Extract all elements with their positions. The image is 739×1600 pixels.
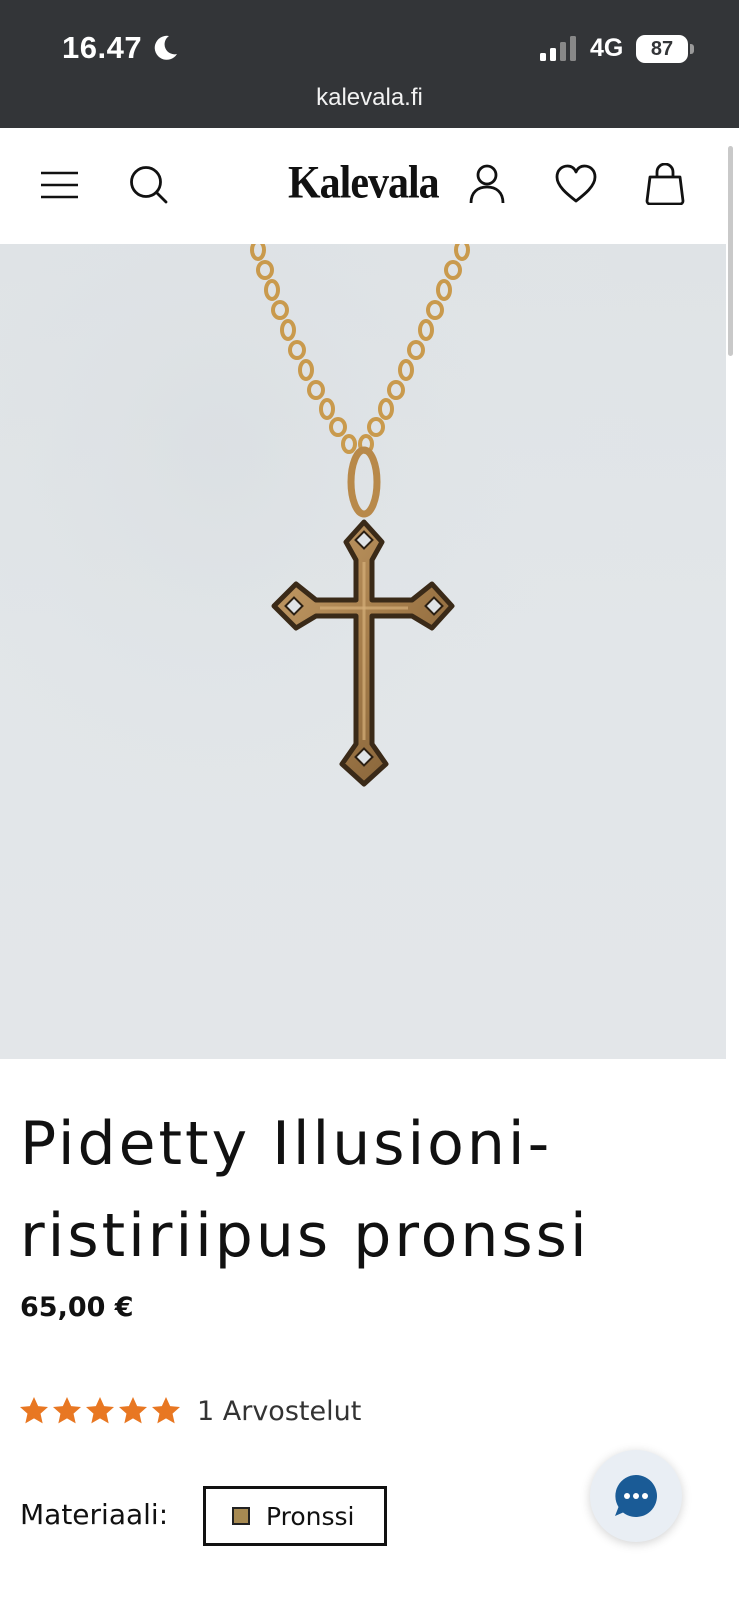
material-option-pronssi[interactable]: Pronssi xyxy=(203,1486,387,1546)
material-label: Materiaali: xyxy=(20,1498,169,1531)
moon-icon xyxy=(154,35,177,60)
menu-icon[interactable] xyxy=(40,164,82,206)
star-icon xyxy=(53,1397,81,1424)
page-scrollbar[interactable] xyxy=(728,146,733,356)
material-swatch xyxy=(232,1507,250,1525)
heart-icon[interactable] xyxy=(555,164,597,206)
bag-icon[interactable] xyxy=(644,163,686,205)
product-rating[interactable]: 1 Arvostelut xyxy=(18,1393,361,1429)
network-type: 4G xyxy=(590,34,624,62)
address-bar-url[interactable]: kalevala.fi xyxy=(0,84,739,112)
material-option-label: Pronssi xyxy=(266,1501,355,1531)
battery-level: 87 xyxy=(636,35,688,63)
account-icon[interactable] xyxy=(467,163,509,205)
review-count-link[interactable]: 1 Arvostelut xyxy=(197,1396,361,1427)
star-icon xyxy=(20,1397,48,1424)
site-header: Kalevala xyxy=(0,128,726,245)
product-price: 65,00 € xyxy=(20,1292,134,1323)
star-icon xyxy=(152,1397,180,1424)
search-icon[interactable] xyxy=(128,164,170,206)
star-icon xyxy=(119,1397,147,1424)
star-icon xyxy=(86,1397,114,1424)
status-bar: 16.47 4G 87 kalevala.fi xyxy=(0,0,739,128)
status-time: 16.47 xyxy=(62,30,143,65)
battery-tip xyxy=(690,44,694,54)
product-image[interactable] xyxy=(0,244,726,1059)
chat-button[interactable] xyxy=(590,1450,682,1542)
signal-icon xyxy=(540,36,576,61)
site-logo[interactable]: Kalevala xyxy=(288,156,440,210)
cross-pendant-image xyxy=(0,244,726,1059)
chat-bubble-icon xyxy=(615,1475,657,1517)
product-title: Pidetty Illusioni-ristiriipus pronssi xyxy=(20,1109,590,1271)
